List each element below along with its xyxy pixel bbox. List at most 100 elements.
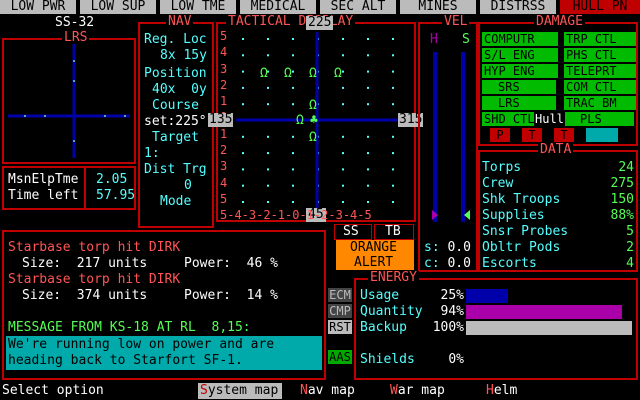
status-low-power: LOW PWR <box>0 0 76 14</box>
energy-quantity-label: Quantity <box>360 304 423 319</box>
contact-2[interactable]: Ω <box>284 66 292 81</box>
tactical-grid-dot <box>342 184 344 187</box>
tactical-grid-dot <box>267 86 269 89</box>
tactical-bottom-scale: 5-4-3-2-1-0-1-2-3-4-5 <box>220 208 372 222</box>
energy-backup-label: Backup <box>360 320 407 335</box>
tactical-grid-dot <box>367 70 369 73</box>
rst-button[interactable]: RST <box>328 320 352 334</box>
contact-1[interactable]: Ω <box>260 66 268 81</box>
vel-h-pointer[interactable] <box>432 210 438 220</box>
data-supplies-label: Supplies <box>482 208 545 223</box>
damage-title: DAMAGE <box>534 14 585 29</box>
nav-panel: NAV Reg. Loc 8x 15y Position 40x 0y Cour… <box>138 15 214 228</box>
contact-7[interactable]: Ω <box>309 130 317 145</box>
menu-system-map[interactable]: System map <box>198 383 282 399</box>
tactical-grid-dot <box>267 38 269 40</box>
damage-teleport: TELEPRT <box>564 64 636 78</box>
tactical-grid-dot <box>242 201 244 203</box>
tactical-grid-dot <box>342 152 344 155</box>
tactical-grid-dot <box>367 103 369 106</box>
nav-dist-label: Dist Trg <box>144 162 207 177</box>
tactical-grid-dot <box>242 38 244 40</box>
vel-h-bar <box>433 52 437 222</box>
damage-srs: SRS <box>482 80 556 94</box>
tactical-row-number: 3 <box>220 159 228 174</box>
data-escorts-value: 4 <box>626 256 634 271</box>
energy-backup-bar <box>466 321 632 335</box>
data-shock-troops-label: Shk Troops <box>482 192 561 207</box>
msg-header: MESSAGE FROM KS-18 AT RL 8,15: <box>8 320 251 335</box>
tactical-row-number: 1 <box>220 126 228 141</box>
nav-course-set: set:225° <box>144 114 207 129</box>
tactical-grid-dot <box>292 103 294 106</box>
data-supplies-value: 88% <box>610 208 634 223</box>
status-low-supplies: LOW SUP <box>80 0 156 14</box>
tactical-grid-dot <box>292 152 294 155</box>
damage-marker-t1: T <box>522 128 542 142</box>
energy-usage-bar <box>466 289 508 303</box>
status-low-time: LOW TME <box>160 0 236 14</box>
tactical-grid-dot <box>342 168 344 171</box>
tactical-grid-dot <box>292 168 294 171</box>
tactical-grid-dot <box>342 38 344 40</box>
damage-panel: DAMAGE COMPUTR S/L ENG HYP ENG SRS LRS S… <box>478 15 638 146</box>
tactical-grid-dot <box>267 168 269 171</box>
energy-panel: ENERGY Usage 25% Quantity 94% Backup 100… <box>354 271 638 380</box>
tactical-grid-dot <box>367 38 369 40</box>
vel-s-label: S <box>462 32 470 47</box>
time-left-label: Time left <box>8 188 79 203</box>
nav-pos-label: Position <box>144 66 207 81</box>
heading-left: 135 <box>208 112 234 127</box>
vel-h-label: H <box>430 32 438 47</box>
tactical-grid-dot <box>242 184 244 187</box>
tactical-grid-dot <box>242 168 244 171</box>
data-title: DATA <box>538 142 574 157</box>
tactical-grid-dot <box>392 86 394 89</box>
energy-usage-pct: 25% <box>440 288 464 303</box>
data-torps-label: Torps <box>482 160 522 175</box>
ss-button[interactable]: SS <box>334 224 372 240</box>
ship-id: SS-32 <box>55 15 95 30</box>
tactical-row-number: 1 <box>220 94 228 109</box>
tactical-grid-dot <box>367 135 369 138</box>
tactical-grid-dot <box>367 152 369 155</box>
shields-label: Shields <box>360 352 415 367</box>
aas-button[interactable]: AAS <box>328 350 352 364</box>
tactical-grid-dot <box>342 54 344 57</box>
ecm-button[interactable]: ECM <box>328 288 352 302</box>
tactical-grid-dot <box>392 184 394 187</box>
data-shock-troops-value: 150 <box>610 192 634 207</box>
tactical-grid-dot <box>292 54 294 57</box>
menu-nav-map[interactable]: Nav map <box>300 383 355 399</box>
contact-3[interactable]: Ω <box>309 66 317 81</box>
menu-helm[interactable]: Helm <box>486 383 517 399</box>
damage-torp-ctl: TRP CTL <box>564 32 636 46</box>
lrs-panel: LRS <box>2 31 136 164</box>
data-escorts-label: Escorts <box>482 256 537 271</box>
tactical-row-number: 5 <box>220 191 228 206</box>
data-crew-value: 275 <box>610 176 634 191</box>
vel-s-pointer[interactable] <box>464 210 470 220</box>
cmp-button[interactable]: CMP <box>328 304 352 318</box>
message-panel: Starbase torp hit DIRK Size: 217 units P… <box>2 230 326 380</box>
tactical-grid-dot <box>267 135 269 138</box>
damage-phaser-ctl: PHS CTL <box>564 48 636 62</box>
tactical-grid-dot <box>242 86 244 89</box>
tactical-grid-dot <box>367 86 369 89</box>
data-crew-label: Crew <box>482 176 514 191</box>
contact-4[interactable]: Ω <box>334 66 342 81</box>
status-mines: MINES <box>400 0 476 14</box>
heading-top: 225 <box>306 15 334 30</box>
velocity-panel: VEL H S s: 0.0 c: 0.0 <box>418 15 478 272</box>
energy-title: ENERGY <box>368 270 419 285</box>
contact-5[interactable]: Ω <box>309 98 317 113</box>
mission-elapsed-value: 2.05 <box>96 172 128 187</box>
menu-war-map[interactable]: War map <box>390 383 445 399</box>
tactical-row-number: 4 <box>220 45 228 60</box>
alert-indicator: ORANGE ALERT <box>336 240 414 270</box>
tactical-row-number: 4 <box>220 175 228 190</box>
contact-6[interactable]: Ω <box>296 113 304 128</box>
tactical-grid-dot <box>392 103 394 106</box>
vel-title: VEL <box>442 14 470 29</box>
tb-button[interactable]: TB <box>374 224 414 240</box>
